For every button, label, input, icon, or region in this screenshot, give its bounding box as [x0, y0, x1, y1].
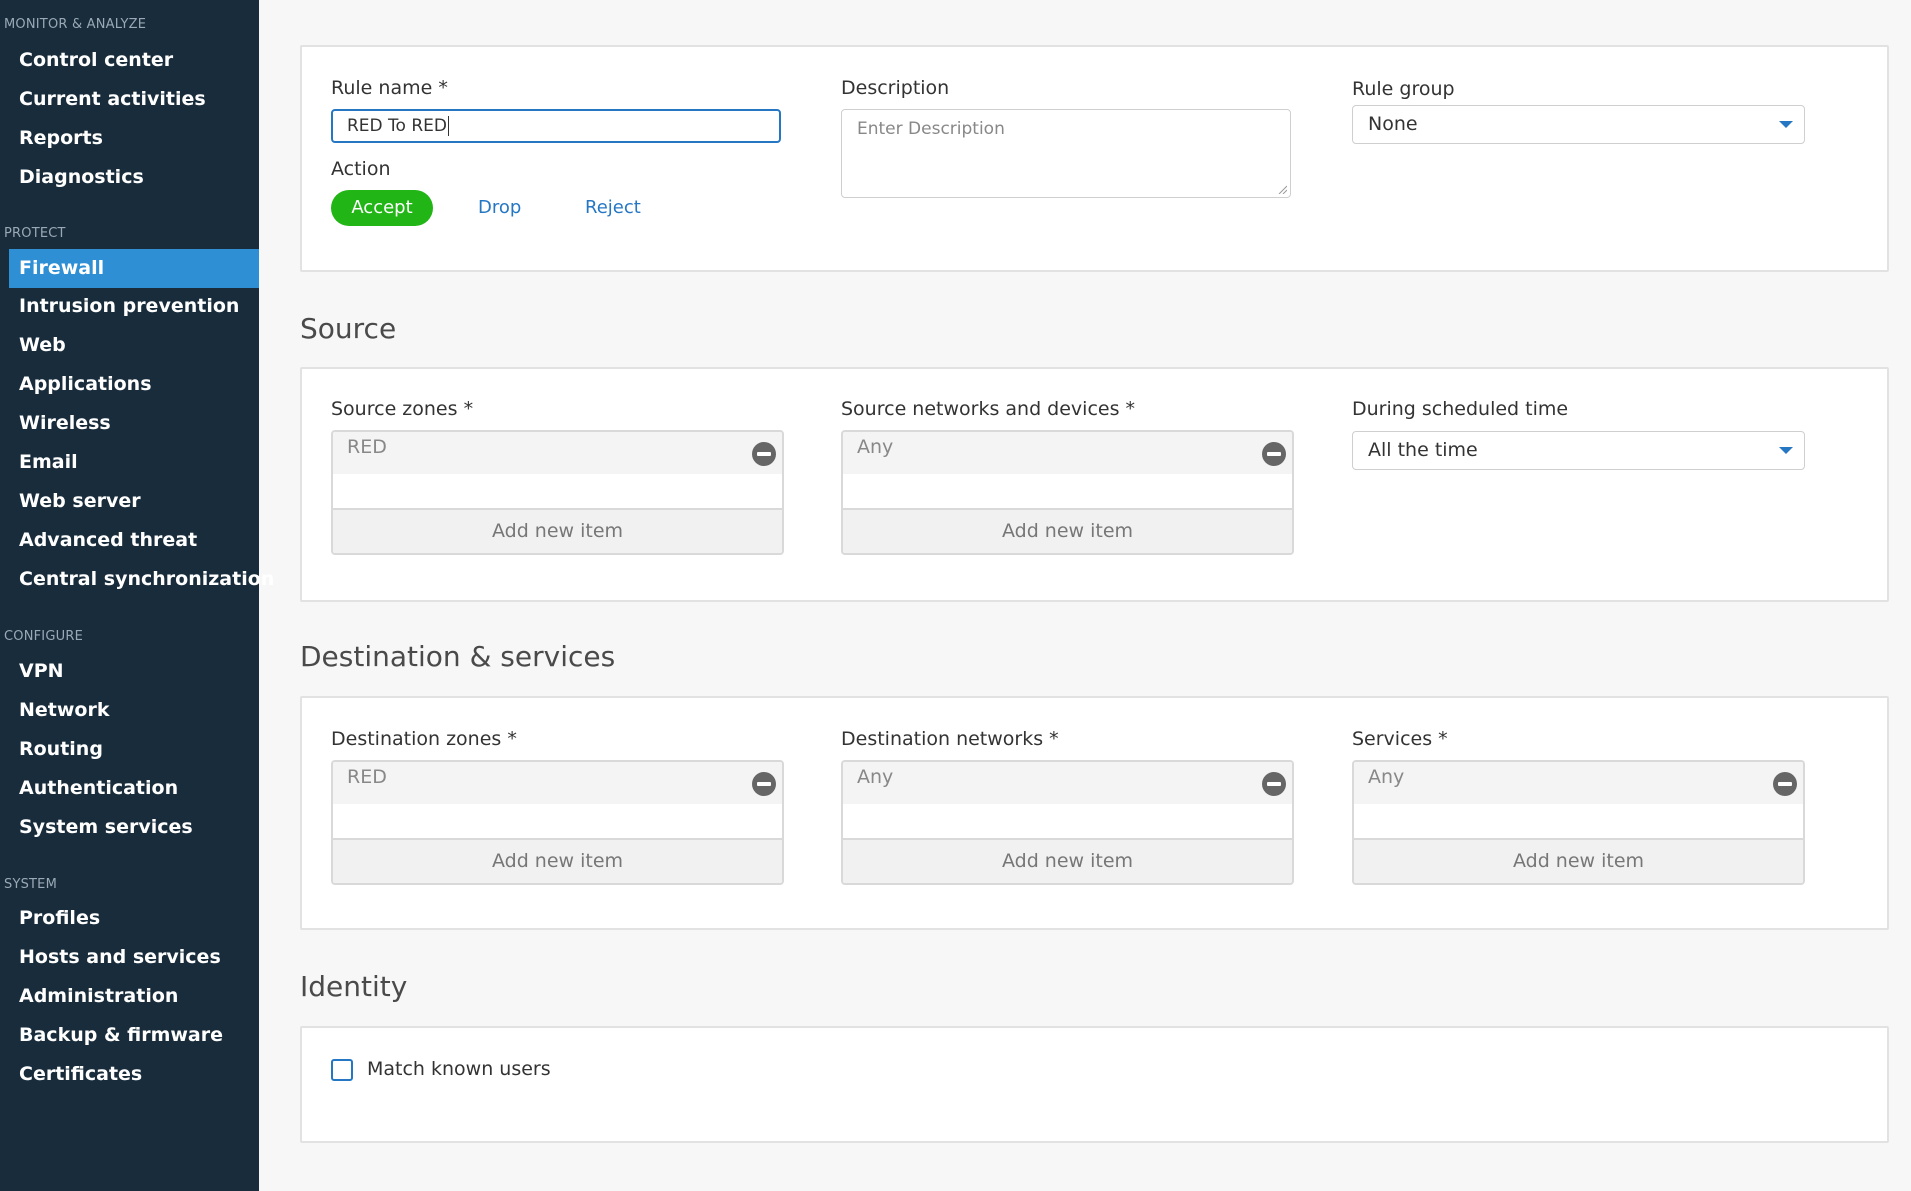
list-item: RED [333, 432, 782, 474]
services-list: Any Add new item [1352, 760, 1805, 885]
add-new-item-button[interactable]: Add new item [333, 838, 782, 883]
rule-group-select[interactable]: None [1352, 105, 1805, 144]
source-zones-list: RED Add new item [331, 430, 784, 555]
resize-grip-icon[interactable] [1277, 184, 1287, 194]
list-item-label: Any [857, 436, 894, 458]
destination-networks-list: Any Add new item [841, 760, 1294, 885]
sidebar-item-web[interactable]: Web [9, 326, 259, 365]
sidebar-item-current-activities[interactable]: Current activities [9, 80, 259, 119]
reject-button[interactable]: Reject [585, 190, 641, 226]
sidebar-item-web-server[interactable]: Web server [9, 482, 259, 521]
remove-icon[interactable] [1773, 772, 1797, 796]
remove-icon[interactable] [752, 772, 776, 796]
schedule-label: During scheduled time [1352, 398, 1569, 420]
sidebar-item-certificates[interactable]: Certificates [9, 1055, 259, 1094]
chevron-down-icon [1779, 121, 1793, 128]
list-item: Any [843, 432, 1292, 474]
sidebar-item-routing[interactable]: Routing [9, 730, 259, 769]
list-item: Any [843, 762, 1292, 804]
list-item-label: Any [857, 766, 894, 788]
sidebar-item-reports[interactable]: Reports [9, 119, 259, 158]
sidebar-item-profiles[interactable]: Profiles [9, 899, 259, 938]
services-label: Services * [1352, 728, 1448, 750]
sidebar-item-network[interactable]: Network [9, 691, 259, 730]
rule-name-input[interactable]: RED To RED [331, 109, 781, 143]
match-known-users-label: Match known users [367, 1058, 551, 1080]
description-label: Description [841, 77, 950, 99]
match-known-users-checkbox[interactable] [331, 1059, 353, 1081]
text-cursor [448, 116, 449, 136]
source-section-title: Source [300, 312, 397, 345]
source-networks-list: Any Add new item [841, 430, 1294, 555]
rule-group-value: None [1368, 113, 1418, 135]
list-item-label: RED [347, 766, 387, 788]
sidebar-heading-monitor: MONITOR & ANALYZE [4, 17, 147, 32]
destination-networks-label: Destination networks * [841, 728, 1059, 750]
sidebar-item-wireless[interactable]: Wireless [9, 404, 259, 443]
sidebar-item-intrusion-prevention[interactable]: Intrusion prevention [9, 287, 259, 326]
chevron-down-icon [1779, 447, 1793, 454]
source-zones-label: Source zones * [331, 398, 474, 420]
list-item-label: RED [347, 436, 387, 458]
sidebar-item-advanced-threat[interactable]: Advanced threat [9, 521, 259, 560]
sidebar-item-administration[interactable]: Administration [9, 977, 259, 1016]
rule-group-label: Rule group [1352, 78, 1455, 100]
sidebar-item-firewall[interactable]: Firewall [9, 249, 259, 288]
add-new-item-button[interactable]: Add new item [1354, 838, 1803, 883]
remove-icon[interactable] [1262, 442, 1286, 466]
destination-zones-label: Destination zones * [331, 728, 517, 750]
source-networks-label: Source networks and devices * [841, 398, 1136, 420]
schedule-value: All the time [1368, 439, 1478, 461]
sidebar: MONITOR & ANALYZE Control center Current… [0, 0, 274, 1191]
description-textarea[interactable]: Enter Description [841, 109, 1291, 198]
sidebar-item-hosts-and-services[interactable]: Hosts and services [9, 938, 259, 977]
remove-icon[interactable] [752, 442, 776, 466]
sidebar-item-applications[interactable]: Applications [9, 365, 259, 404]
sidebar-item-central-synchronization[interactable]: Central synchronization [9, 560, 274, 599]
sidebar-item-diagnostics[interactable]: Diagnostics [9, 158, 259, 197]
sidebar-item-vpn[interactable]: VPN [9, 652, 259, 691]
sidebar-heading-system: SYSTEM [4, 877, 58, 892]
sidebar-item-control-center[interactable]: Control center [9, 41, 259, 80]
rule-name-label: Rule name * [331, 77, 448, 99]
identity-card [300, 1026, 1889, 1143]
rule-name-value: RED To RED [347, 116, 447, 136]
sidebar-item-backup-firmware[interactable]: Backup & firmware [9, 1016, 259, 1055]
sidebar-item-authentication[interactable]: Authentication [9, 769, 259, 808]
sidebar-heading-configure: CONFIGURE [4, 629, 83, 644]
action-label: Action [331, 158, 391, 180]
destination-section-title: Destination & services [300, 640, 616, 673]
accept-button[interactable]: Accept [331, 190, 433, 226]
description-placeholder: Enter Description [857, 119, 1005, 139]
remove-icon[interactable] [1262, 772, 1286, 796]
drop-button[interactable]: Drop [478, 190, 521, 226]
sidebar-item-email[interactable]: Email [9, 443, 259, 482]
sidebar-item-system-services[interactable]: System services [9, 808, 259, 847]
add-new-item-button[interactable]: Add new item [843, 838, 1292, 883]
identity-section-title: Identity [300, 970, 408, 1003]
add-new-item-button[interactable]: Add new item [333, 508, 782, 553]
list-item: Any [1354, 762, 1803, 804]
list-item-label: Any [1368, 766, 1405, 788]
list-item: RED [333, 762, 782, 804]
schedule-select[interactable]: All the time [1352, 431, 1805, 470]
sidebar-heading-protect: PROTECT [4, 226, 66, 241]
add-new-item-button[interactable]: Add new item [843, 508, 1292, 553]
destination-zones-list: RED Add new item [331, 760, 784, 885]
